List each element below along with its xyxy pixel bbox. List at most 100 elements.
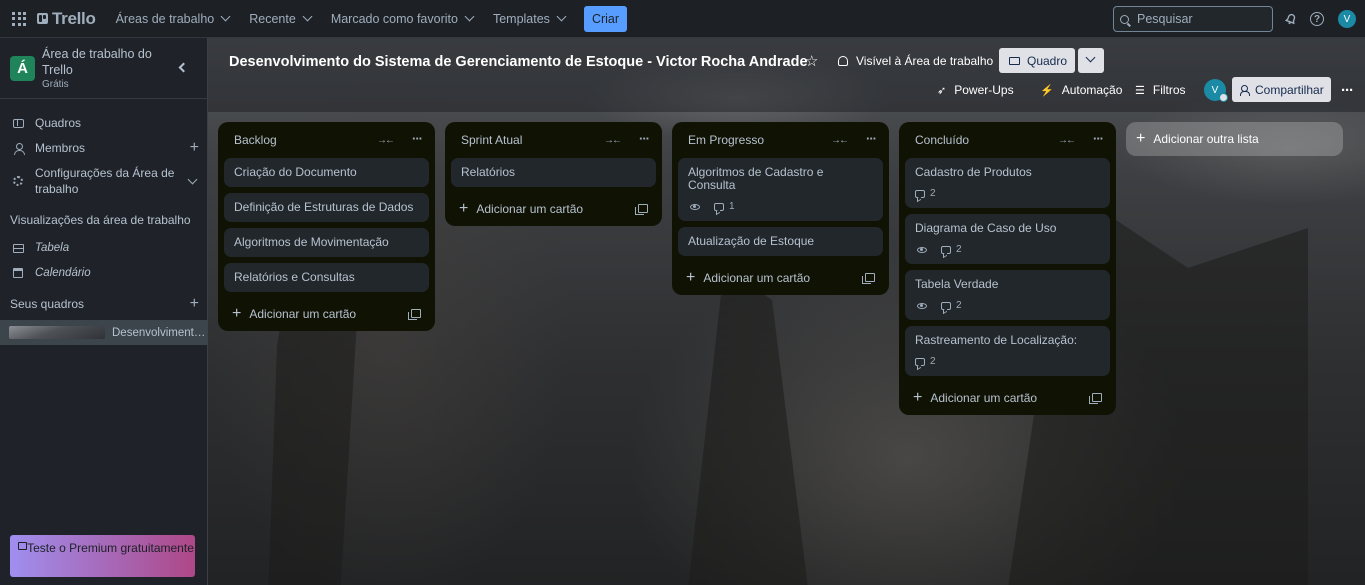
card[interactable]: Tabela Verdade 2 (905, 270, 1110, 320)
add-list-button[interactable]: + Adicionar outra lista (1126, 122, 1343, 156)
view-switcher-chevron[interactable] (1078, 48, 1104, 73)
card-title: Rastreamento de Localização: (915, 333, 1078, 347)
sidebar-board-item[interactable]: Desenvolvimento do Sistema de Gerenciame… (0, 320, 208, 345)
card[interactable]: Atualização de Estoque (678, 227, 883, 256)
sidebar-item-boards[interactable]: Quadros (0, 111, 208, 135)
list-concluido: Concluído →← ··· Cadastro de Produtos 2 … (899, 122, 1116, 415)
card-title: Cadastro de Produtos (915, 165, 1032, 179)
user-avatar[interactable]: V (1338, 10, 1356, 28)
list-title[interactable]: Sprint Atual (461, 133, 522, 147)
add-card-button[interactable]: + Adicionar um cartão (905, 380, 1110, 415)
trello-logo[interactable]: Trello (37, 9, 96, 29)
plus-icon: + (232, 304, 242, 322)
card-title: Algoritmos de Movimentação (234, 235, 389, 249)
sidebar: Á Área de trabalho do Trello Grátis Quad… (0, 38, 208, 585)
card-badges: 2 (915, 355, 1100, 368)
notifications-bell-icon[interactable] (1283, 11, 1299, 27)
add-member-icon[interactable]: + (190, 139, 199, 157)
help-icon[interactable]: ? (1310, 12, 1324, 26)
share-button[interactable]: Compartilhar (1232, 77, 1331, 102)
card[interactable]: Rastreamento de Localização: 2 (905, 326, 1110, 376)
list-menu-icon[interactable]: ··· (1093, 131, 1104, 146)
card-template-icon[interactable] (408, 309, 421, 320)
create-button[interactable]: Criar (583, 5, 628, 32)
comment-icon (915, 357, 925, 366)
premium-trial-button[interactable]: Teste o Premium gratuitamente (10, 535, 195, 577)
card[interactable]: Cadastro de Produtos 2 (905, 158, 1110, 208)
list-menu-icon[interactable]: ··· (412, 131, 423, 146)
comment-count: 2 (956, 244, 962, 255)
sidebar-item-settings[interactable]: Configurações da Área de trabalho (0, 166, 208, 196)
card[interactable]: Relatórios e Consultas (224, 263, 429, 292)
search-icon (1120, 14, 1129, 24)
card[interactable]: Relatórios (451, 158, 656, 187)
add-card-label: Adicionar um cartão (249, 306, 357, 321)
list-header[interactable]: Backlog →← ··· (224, 122, 429, 158)
star-icon[interactable]: ☆ (805, 52, 818, 70)
list-menu-icon[interactable]: ··· (639, 131, 650, 146)
collapse-list-icon[interactable]: →← (604, 135, 622, 146)
list-title[interactable]: Concluído (915, 133, 969, 147)
nav-workspaces[interactable]: Áreas de trabalho (115, 11, 231, 26)
sidebar-item-label: Quadros (35, 116, 82, 130)
comment-count: 2 (930, 188, 936, 199)
board-title[interactable]: Desenvolvimento do Sistema de Gerenciame… (229, 54, 808, 70)
add-card-button[interactable]: + Adicionar um cartão (451, 191, 656, 226)
filters-label: Filtros (1152, 83, 1186, 97)
card-template-icon[interactable] (862, 273, 875, 284)
person-icon (12, 142, 25, 155)
automation-button[interactable]: ⚡ Automação (1040, 83, 1122, 97)
powerups-button[interactable]: ➶ Power-Ups (937, 83, 1014, 97)
nav-starred-label: Marcado como favorito (330, 11, 458, 26)
visibility-button[interactable]: Visível à Área de trabalho (838, 54, 993, 68)
card-title: Diagrama de Caso de Uso (915, 221, 1057, 235)
board-view-button[interactable]: Quadro (999, 48, 1075, 73)
collapse-list-icon[interactable]: →← (1058, 135, 1076, 146)
filters-button[interactable]: ☰ Filtros (1135, 83, 1186, 97)
nav-workspaces-label: Áreas de trabalho (115, 11, 215, 26)
sidebar-view-calendar[interactable]: Calendário (0, 261, 208, 285)
card-badges: 2 (915, 299, 1100, 312)
card[interactable]: Definição de Estruturas de Dados (224, 193, 429, 222)
board-view-label: Quadro (1027, 53, 1068, 68)
collapse-list-icon[interactable]: →← (377, 135, 395, 146)
card-template-icon[interactable] (1089, 393, 1102, 404)
add-card-button[interactable]: + Adicionar um cartão (224, 296, 429, 331)
list-header[interactable]: Concluído →← ··· (905, 122, 1110, 158)
brand-name: Trello (52, 8, 96, 28)
card[interactable]: Criação do Documento (224, 158, 429, 187)
board-member-avatar[interactable]: V (1204, 79, 1228, 102)
sidebar-board-label: Desenvolvimento do Sistema de Gerenciame… (112, 326, 208, 339)
card[interactable]: Diagrama de Caso de Uso 2 (905, 214, 1110, 264)
list-menu-icon[interactable]: ··· (866, 131, 877, 146)
search-input[interactable]: Pesquisar (1113, 6, 1273, 32)
board-menu-icon[interactable]: ··· (1341, 82, 1354, 99)
collapse-list-icon[interactable]: →← (831, 135, 849, 146)
list-header[interactable]: Em Progresso →← ··· (678, 122, 883, 158)
workspace-plan: Grátis (42, 79, 69, 90)
sidebar-item-label: Tabela (35, 242, 70, 254)
card-title: Relatórios e Consultas (234, 270, 355, 284)
app-switcher-icon[interactable] (12, 11, 26, 26)
list-title[interactable]: Backlog (234, 133, 277, 147)
comment-icon (714, 202, 724, 211)
boards-section-title: Seus quadros (10, 297, 85, 311)
nav-templates[interactable]: Templates (493, 11, 567, 26)
collapse-sidebar-icon[interactable] (178, 62, 189, 73)
list-header[interactable]: Sprint Atual →← ··· (451, 122, 656, 158)
card[interactable]: Algoritmos de Cadastro e Consulta 1 (678, 158, 883, 221)
sidebar-item-members[interactable]: Membros + (0, 136, 208, 160)
chevron-down-icon (302, 11, 313, 22)
list-title[interactable]: Em Progresso (688, 133, 764, 147)
nav-starred[interactable]: Marcado como favorito (330, 11, 475, 26)
sidebar-view-table[interactable]: Tabela (0, 236, 208, 260)
search-placeholder: Pesquisar (1137, 12, 1193, 26)
card-template-icon[interactable] (635, 204, 648, 215)
nav-recent[interactable]: Recente (249, 11, 313, 26)
workspace-name[interactable]: Área de trabalho do Trello (42, 46, 162, 78)
workspace-badge[interactable]: Á (10, 56, 35, 81)
chevron-down-icon (556, 11, 567, 22)
add-card-button[interactable]: + Adicionar um cartão (678, 260, 883, 295)
add-board-icon[interactable]: + (190, 295, 199, 313)
card[interactable]: Algoritmos de Movimentação (224, 228, 429, 257)
